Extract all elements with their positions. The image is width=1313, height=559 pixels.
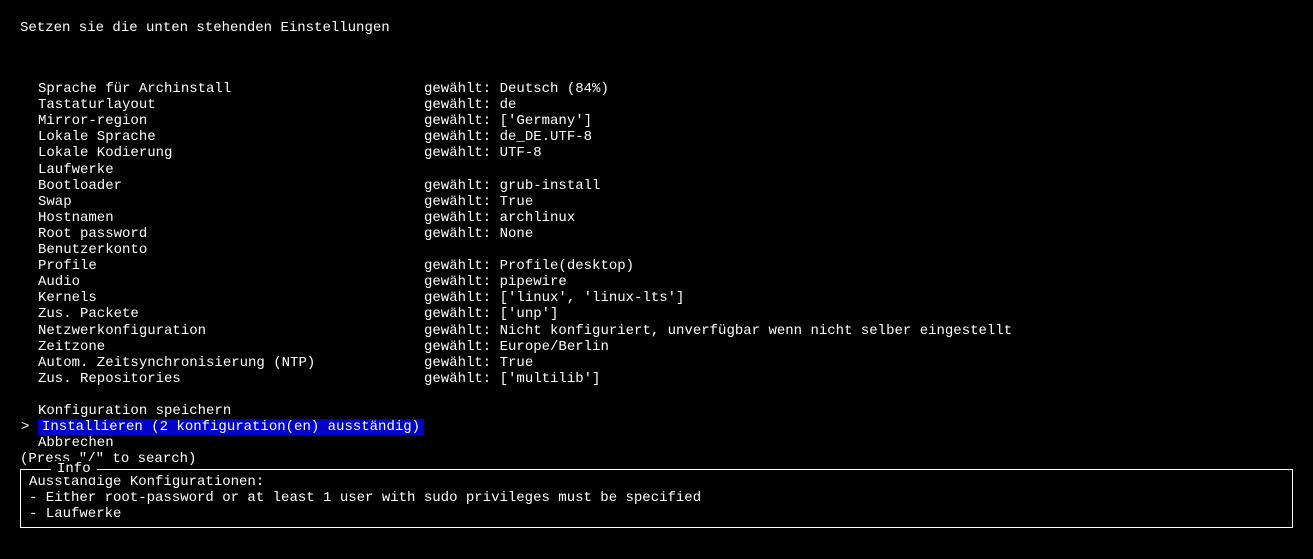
- info-box: Info Ausständige Konfigurationen: - Eith…: [20, 469, 1293, 527]
- menu-item-mirror[interactable]: Mirror-region gewählt: ['Germany']: [20, 113, 1313, 129]
- install-label: Installieren (2 konfiguration(en) ausstä…: [38, 419, 424, 435]
- menu-label: Autom. Zeitsynchronisierung (NTP): [20, 355, 424, 371]
- menu-value: gewählt: archlinux: [424, 210, 575, 226]
- menu-value: gewählt: ['unp']: [424, 306, 558, 322]
- menu-label: Bootloader: [20, 178, 424, 194]
- menu-item-root-password[interactable]: Root password gewählt: None: [20, 226, 1313, 242]
- info-line2: - Laufwerke: [29, 506, 1284, 522]
- info-box-title: Info: [51, 461, 97, 477]
- menu-item-timezone[interactable]: Zeitzone gewählt: Europe/Berlin: [20, 339, 1313, 355]
- cancel-action[interactable]: Abbrechen: [20, 435, 1313, 451]
- page-title: Setzen sie die unten stehenden Einstellu…: [20, 20, 390, 36]
- menu-value: gewählt: Profile(desktop): [424, 258, 634, 274]
- menu-value: gewählt: True: [424, 355, 533, 371]
- menu-value: gewählt: ['linux', 'linux-lts']: [424, 290, 684, 306]
- install-action[interactable]: > Installieren (2 konfiguration(en) auss…: [20, 419, 1313, 435]
- menu-item-audio[interactable]: Audio gewählt: pipewire: [20, 274, 1313, 290]
- cancel-label: Abbrechen: [38, 435, 114, 451]
- menu-label: Mirror-region: [20, 113, 424, 129]
- menu-item-user-account[interactable]: Benutzerkonto: [20, 242, 1313, 258]
- menu-label: Zus. Packete: [20, 306, 424, 322]
- menu-item-repositories[interactable]: Zus. Repositories gewählt: ['multilib']: [20, 371, 1313, 387]
- menu-item-profile[interactable]: Profile gewählt: Profile(desktop): [20, 258, 1313, 274]
- menu-value: gewählt: grub-install: [424, 178, 600, 194]
- menu-label: Sprache für Archinstall: [20, 81, 424, 97]
- settings-menu: Sprache für Archinstall gewählt: Deutsch…: [0, 36, 1313, 467]
- menu-item-locale-enc[interactable]: Lokale Kodierung gewählt: UTF-8: [20, 145, 1313, 161]
- menu-value: gewählt: UTF-8: [424, 145, 542, 161]
- menu-value: gewählt: de: [424, 97, 516, 113]
- menu-value: gewählt: Deutsch (84%): [424, 81, 609, 97]
- menu-value: gewählt: ['multilib']: [424, 371, 600, 387]
- menu-value: gewählt: de_DE.UTF-8: [424, 129, 592, 145]
- actions-section: Konfiguration speichern > Installieren (…: [20, 403, 1313, 451]
- menu-value: gewählt: pipewire: [424, 274, 567, 290]
- save-config-label: Konfiguration speichern: [38, 403, 231, 419]
- menu-label: Laufwerke: [20, 162, 424, 178]
- menu-label: Lokale Kodierung: [20, 145, 424, 161]
- menu-item-ntp[interactable]: Autom. Zeitsynchronisierung (NTP) gewähl…: [20, 355, 1313, 371]
- info-line1: - Either root-password or at least 1 use…: [29, 490, 1284, 506]
- menu-label: Kernels: [20, 290, 424, 306]
- menu-label: Lokale Sprache: [20, 129, 424, 145]
- menu-label: Audio: [20, 274, 424, 290]
- menu-item-kernels[interactable]: Kernels gewählt: ['linux', 'linux-lts']: [20, 290, 1313, 306]
- menu-item-hostname[interactable]: Hostnamen gewählt: archlinux: [20, 210, 1313, 226]
- menu-item-packages[interactable]: Zus. Packete gewählt: ['unp']: [20, 306, 1313, 322]
- menu-label: Root password: [20, 226, 424, 242]
- menu-label: Hostnamen: [20, 210, 424, 226]
- menu-label: Netzwerkonfiguration: [20, 323, 424, 339]
- menu-value: gewählt: ['Germany']: [424, 113, 592, 129]
- search-hint: (Press "/" to search): [20, 451, 1313, 467]
- menu-item-language[interactable]: Sprache für Archinstall gewählt: Deutsch…: [20, 81, 1313, 97]
- menu-item-keyboard[interactable]: Tastaturlayout gewählt: de: [20, 97, 1313, 113]
- menu-item-bootloader[interactable]: Bootloader gewählt: grub-install: [20, 178, 1313, 194]
- menu-item-drives[interactable]: Laufwerke: [20, 162, 1313, 178]
- menu-label: Zus. Repositories: [20, 371, 424, 387]
- menu-value: gewählt: True: [424, 194, 533, 210]
- menu-label: Tastaturlayout: [20, 97, 424, 113]
- menu-label: Profile: [20, 258, 424, 274]
- info-heading: Ausständige Konfigurationen:: [29, 474, 1284, 490]
- menu-item-locale-lang[interactable]: Lokale Sprache gewählt: de_DE.UTF-8: [20, 129, 1313, 145]
- menu-value: gewählt: None: [424, 226, 533, 242]
- menu-value: gewählt: Nicht konfiguriert, unverfügbar…: [424, 323, 1012, 339]
- menu-label: Swap: [20, 194, 424, 210]
- selector-arrow-icon: >: [20, 419, 38, 435]
- menu-item-swap[interactable]: Swap gewählt: True: [20, 194, 1313, 210]
- menu-label: Benutzerkonto: [20, 242, 424, 258]
- menu-item-network[interactable]: Netzwerkonfiguration gewählt: Nicht konf…: [20, 323, 1313, 339]
- save-config-action[interactable]: Konfiguration speichern: [20, 403, 1313, 419]
- menu-value: gewählt: Europe/Berlin: [424, 339, 609, 355]
- menu-label: Zeitzone: [20, 339, 424, 355]
- page-header: Setzen sie die unten stehenden Einstellu…: [0, 0, 1313, 36]
